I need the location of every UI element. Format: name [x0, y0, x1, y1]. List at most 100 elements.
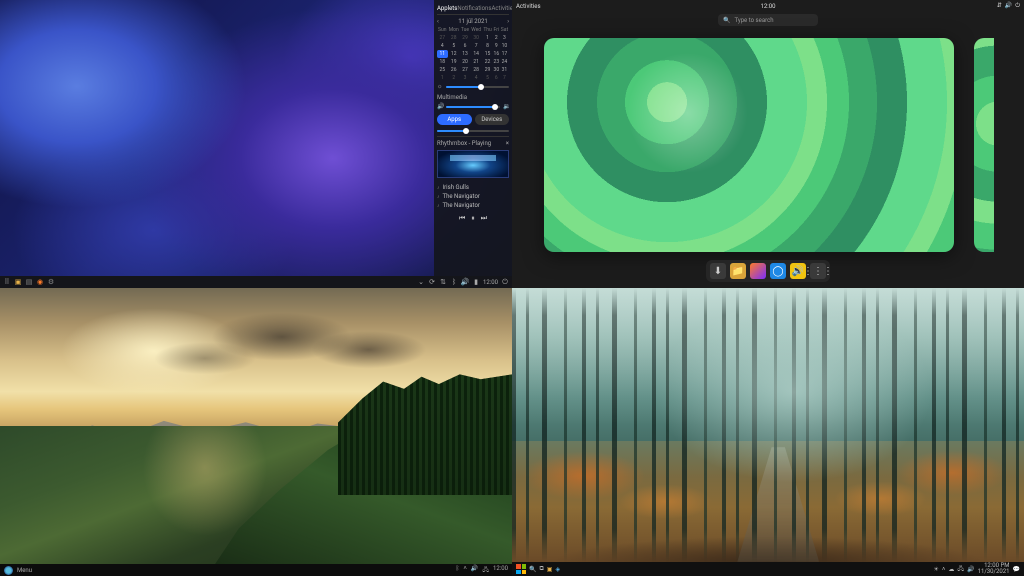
- network-icon[interactable]: 🖧: [482, 565, 489, 575]
- weather-icon[interactable]: ☀: [933, 566, 938, 573]
- firefox-icon[interactable]: [750, 263, 766, 279]
- calendar-day[interactable]: 25: [437, 66, 448, 74]
- calendar-day[interactable]: 16: [493, 50, 500, 58]
- calendar-day[interactable]: 11: [437, 50, 448, 58]
- app-icon[interactable]: ◈: [555, 566, 560, 573]
- calendar-day[interactable]: 26: [448, 66, 460, 74]
- downloads-icon[interactable]: ⬇: [710, 263, 726, 279]
- topbar-clock[interactable]: 12:00: [761, 3, 776, 10]
- calendar-day[interactable]: 14: [470, 50, 482, 58]
- calendar-day[interactable]: 6: [460, 42, 470, 50]
- volume-icon[interactable]: 🔊: [1005, 2, 1012, 10]
- taskbar-clock[interactable]: 12:00: [493, 565, 508, 575]
- calendar-day[interactable]: 23: [493, 58, 500, 66]
- track-item[interactable]: The Navigator: [437, 201, 509, 210]
- power-icon[interactable]: ⏻: [1015, 2, 1020, 10]
- calendar-day[interactable]: 31: [500, 66, 509, 74]
- calendar-day[interactable]: 15: [482, 50, 493, 58]
- track-item[interactable]: Irish Gulls: [437, 183, 509, 192]
- calendar-day[interactable]: 28: [448, 34, 460, 42]
- calendar-day[interactable]: 24: [500, 58, 509, 66]
- calendar-day[interactable]: 22: [482, 58, 493, 66]
- close-icon[interactable]: ×: [506, 140, 509, 147]
- calendar-day[interactable]: 7: [500, 74, 509, 82]
- calendar-day[interactable]: 2: [448, 74, 460, 82]
- network-icon[interactable]: ⇵: [997, 2, 1002, 10]
- bluetooth-icon[interactable]: ᛒ: [456, 565, 460, 575]
- overview-search[interactable]: 🔍 Type to search: [718, 14, 818, 26]
- overview-area[interactable]: [512, 32, 1024, 258]
- calendar-day[interactable]: 27: [437, 34, 448, 42]
- calendar-day[interactable]: 21: [470, 58, 482, 66]
- prev-track-icon[interactable]: ⏮: [459, 214, 465, 223]
- tray-expand-icon[interactable]: ˄: [942, 566, 946, 573]
- apps-button[interactable]: Apps: [437, 114, 472, 125]
- calendar-day[interactable]: 29: [460, 34, 470, 42]
- task-view-icon[interactable]: ⧉: [539, 565, 543, 573]
- window-thumbnail-partial[interactable]: [974, 38, 994, 252]
- files-icon[interactable]: ▣: [14, 278, 22, 286]
- onedrive-icon[interactable]: ☁: [948, 566, 954, 573]
- calendar-day[interactable]: 4: [470, 74, 482, 82]
- calendar-day[interactable]: 17: [500, 50, 509, 58]
- bluetooth-icon[interactable]: ᛒ: [450, 278, 458, 286]
- calendar-day[interactable]: 30: [470, 34, 482, 42]
- calendar-day[interactable]: 8: [482, 42, 493, 50]
- calendar-day[interactable]: 13: [460, 50, 470, 58]
- calendar-day[interactable]: 3: [500, 34, 509, 42]
- calendar-day[interactable]: 6: [493, 74, 500, 82]
- app-grid-icon[interactable]: ⋮⋮⋮: [810, 263, 826, 279]
- calendar-day[interactable]: 5: [482, 74, 493, 82]
- calendar-day[interactable]: 2: [493, 34, 500, 42]
- calendar-day[interactable]: 1: [437, 74, 448, 82]
- chevron-right-icon[interactable]: ›: [507, 18, 509, 25]
- network-icon[interactable]: ⇅: [439, 278, 447, 286]
- app-grid-icon[interactable]: ⠿: [3, 278, 11, 286]
- battery-icon[interactable]: ▮: [472, 278, 480, 286]
- files-icon[interactable]: 📁: [730, 263, 746, 279]
- search-icon[interactable]: 🔍: [529, 566, 536, 573]
- calendar-day[interactable]: 9: [493, 42, 500, 50]
- calendar-day[interactable]: 12: [448, 50, 460, 58]
- brightness-slider[interactable]: ☼: [437, 84, 509, 90]
- volume-icon[interactable]: 🔊: [967, 566, 974, 573]
- settings-icon[interactable]: ⚙: [47, 278, 55, 286]
- calendar-day[interactable]: 10: [500, 42, 509, 50]
- sound-icon[interactable]: 🔊: [461, 278, 469, 286]
- play-pause-icon[interactable]: ⏸: [471, 214, 475, 223]
- refresh-icon[interactable]: ⟳: [428, 278, 436, 286]
- media-progress[interactable]: [437, 130, 509, 132]
- firefox-icon[interactable]: ◉: [36, 278, 44, 286]
- software-icon[interactable]: ◯: [770, 263, 786, 279]
- calendar[interactable]: SunMonTueWedThuFriSat2728293012345678910…: [437, 26, 509, 82]
- next-track-icon[interactable]: ⏭: [481, 214, 487, 223]
- calendar-day[interactable]: 1: [482, 34, 493, 42]
- chevron-left-icon[interactable]: ‹: [437, 18, 439, 25]
- calendar-day[interactable]: 5: [448, 42, 460, 50]
- calendar-day[interactable]: 7: [470, 42, 482, 50]
- calendar-day[interactable]: 3: [460, 74, 470, 82]
- tab-notifications[interactable]: Notifications: [457, 3, 491, 14]
- calendar-day[interactable]: 29: [482, 66, 493, 74]
- notifications-icon[interactable]: 💬: [1013, 566, 1020, 573]
- track-item[interactable]: The Navigator: [437, 192, 509, 201]
- tab-applets[interactable]: Applets: [437, 3, 457, 14]
- taskbar-clock[interactable]: 12:00: [483, 279, 498, 286]
- taskbar-clock[interactable]: 12:00 PM 11/30/2021: [978, 563, 1010, 576]
- menu-label[interactable]: Menu: [17, 567, 32, 574]
- calendar-day[interactable]: 19: [448, 58, 460, 66]
- calendar-day[interactable]: 18: [437, 58, 448, 66]
- start-button[interactable]: [516, 564, 526, 574]
- network-icon[interactable]: 🖧: [957, 564, 964, 574]
- activities-button[interactable]: Activities: [516, 3, 541, 10]
- calendar-day[interactable]: 28: [470, 66, 482, 74]
- devices-button[interactable]: Devices: [475, 114, 510, 125]
- calendar-day[interactable]: 27: [460, 66, 470, 74]
- power-icon[interactable]: ⏻: [501, 278, 509, 286]
- calendar-day[interactable]: 30: [493, 66, 500, 74]
- tray-expand-icon[interactable]: ˄: [463, 565, 467, 575]
- calendar-day[interactable]: 20: [460, 58, 470, 66]
- volume-icon[interactable]: 🔊: [471, 565, 478, 575]
- start-menu-icon[interactable]: [4, 566, 13, 575]
- terminal-icon[interactable]: ▤: [25, 278, 33, 286]
